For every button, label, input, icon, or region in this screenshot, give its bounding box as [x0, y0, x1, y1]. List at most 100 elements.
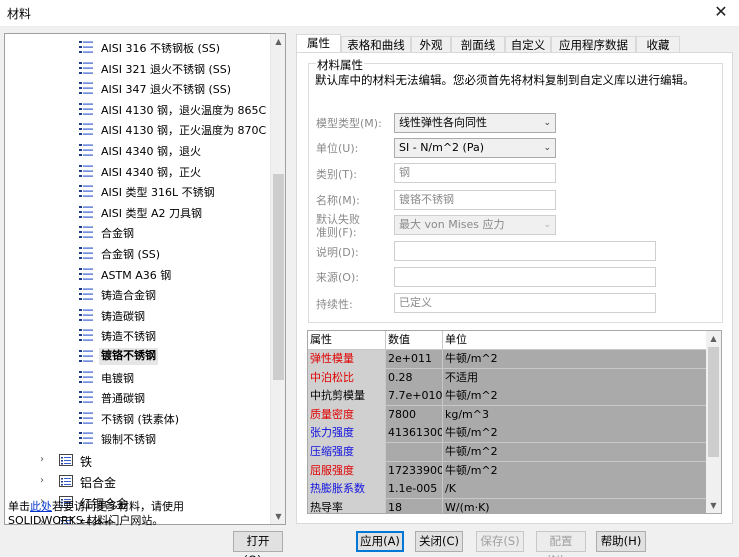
title-bar: 材料 ✕ [0, 0, 739, 26]
property-unit: 牛顿/m^2 [445, 445, 498, 458]
source-field[interactable] [394, 267, 656, 287]
group-title: 材料属性 [316, 57, 364, 73]
property-value[interactable] [386, 443, 443, 462]
source-label: 来源(O): [316, 271, 359, 284]
tab-favorites[interactable]: 收藏 [636, 36, 680, 53]
tree-material-item[interactable]: 合金钢 (SS) [5, 243, 271, 263]
scroll-down-icon[interactable]: ▼ [706, 498, 721, 513]
tree-material-item[interactable]: 合金钢 [5, 222, 271, 242]
scroll-thumb[interactable] [273, 174, 284, 380]
scroll-down-icon[interactable]: ▼ [271, 509, 285, 524]
tab-properties[interactable]: 属性 [296, 34, 341, 54]
material-tree[interactable]: AISI 316 不锈钢板 (SS) AISI 321 退火不锈钢 (SS) AIS… [4, 33, 286, 525]
portal-link[interactable]: 此处 [30, 500, 52, 513]
tree-material-item[interactable]: 铸造不锈钢 [5, 325, 271, 345]
property-unit: 牛顿/m^2 [445, 463, 498, 477]
tree-material-item[interactable]: 铸造合金钢 [5, 284, 271, 304]
property-value[interactable]: 2e+011 [386, 350, 443, 369]
tree-material-item[interactable]: AISI 347 退火不锈钢 (SS) [5, 78, 271, 98]
property-value[interactable]: 172339000 [386, 461, 443, 481]
save-button[interactable]: 保存(S) [476, 531, 524, 552]
apply-button[interactable]: 应用(A) [356, 531, 404, 552]
material-label: 普通碳钢 [101, 392, 145, 406]
property-name: 中泊松比 [308, 368, 386, 388]
open-button[interactable]: 打开(O)... [233, 531, 283, 557]
units-value: SI - N/m^2 (Pa) [399, 141, 485, 154]
property-name: 压缩强度 [308, 443, 386, 462]
tab-appearance[interactable]: 外观 [411, 36, 451, 53]
description-field[interactable] [394, 241, 656, 261]
table-row[interactable]: 中抗剪模量 7.7e+010 牛顿/m^2 [308, 387, 706, 407]
tab-tables-curves[interactable]: 表格和曲线 [341, 36, 411, 53]
tree-material-item[interactable]: AISI 321 退火不锈钢 (SS) [5, 58, 271, 78]
material-icon [79, 61, 93, 75]
chevron-right-icon[interactable]: › [40, 475, 50, 487]
failure-criterion-label-line1: 默认失败 [316, 213, 360, 226]
header-unit[interactable]: 单位 [443, 331, 706, 350]
name-field[interactable]: 镀铬不锈钢 [394, 190, 556, 210]
material-properties-group: 材料属性 默认库中的材料无法编辑。您必须首先将材料复制到自定义库以进行编辑。 模… [308, 57, 723, 323]
material-tree-list: AISI 316 不锈钢板 (SS) AISI 321 退火不锈钢 (SS) AIS… [5, 34, 271, 524]
units-label: 单位(U): [316, 142, 359, 155]
table-row[interactable]: 张力强度413613000牛顿/m^2 [308, 424, 706, 444]
property-value[interactable]: 7800 [386, 405, 443, 425]
tree-scrollbar[interactable]: ▲ ▼ [270, 34, 285, 524]
close-button[interactable]: 关闭(C) [415, 531, 463, 552]
tree-material-item[interactable]: 电镀钢 [5, 367, 271, 387]
property-table[interactable]: 属性 数值 单位 弹性模量 2e+011 牛顿/m^2 中泊松比 0.28 不适用 中抗剪模… [307, 330, 722, 514]
tree-material-item[interactable]: AISI 4340 钢，退火 [5, 140, 271, 160]
tree-material-item[interactable]: AISI 类型 316L 不锈钢 [5, 181, 271, 201]
table-row[interactable]: 质量密度 7800 kg/m^3 [308, 405, 706, 425]
tab-crosshatch[interactable]: 剖面线 [451, 36, 505, 53]
sustainability-field[interactable]: 已定义 [394, 293, 656, 313]
category-field[interactable]: 钢 [394, 163, 556, 183]
tree-material-item[interactable]: 铸造碳钢 [5, 305, 271, 325]
property-value[interactable]: 413613000 [386, 424, 443, 444]
material-label: 不锈钢 (铁素体) [101, 412, 180, 426]
property-value[interactable]: 0.28 [386, 368, 443, 388]
description-label: 说明(D): [316, 246, 359, 259]
tree-material-item[interactable]: ASTM A36 钢 [5, 264, 271, 284]
table-row[interactable]: 压缩强度 牛顿/m^2 [308, 443, 706, 462]
table-row[interactable]: 热导率 18 W/(m·K) [308, 498, 706, 513]
table-scrollbar[interactable]: ▲ ▼ [706, 331, 721, 513]
table-row[interactable]: 屈服强度172339000牛顿/m^2 [308, 461, 706, 481]
tree-material-item[interactable]: AISI 4130 钢，退火温度为 865C [5, 99, 271, 119]
tree-folder-item[interactable]: › 铁 [5, 450, 271, 470]
scroll-up-icon[interactable]: ▲ [706, 331, 721, 346]
property-value[interactable]: 18 [386, 498, 443, 513]
tree-material-item[interactable]: 不锈钢 (铁素体) [5, 408, 271, 428]
table-row[interactable]: 热膨胀系数 1.1e-005/K [308, 480, 706, 500]
scroll-up-icon[interactable]: ▲ [271, 34, 285, 49]
tree-material-item[interactable]: AISI 4130 钢，正火温度为 870C [5, 119, 271, 139]
material-icon [79, 328, 93, 342]
scroll-thumb[interactable] [708, 347, 719, 457]
header-property[interactable]: 属性 [308, 331, 386, 350]
tree-material-item[interactable]: AISI 类型 A2 刀具钢 [5, 202, 271, 222]
model-type-select[interactable]: 线性弹性各向同性 ⌄ [394, 113, 556, 133]
material-label: 铸造碳钢 [101, 309, 145, 323]
failure-criterion-select[interactable]: 最大 von Mises 应力 ⌄ [394, 215, 556, 235]
tree-material-item[interactable]: AISI 316 不锈钢板 (SS) [5, 37, 271, 57]
chevron-right-icon[interactable]: › [40, 454, 50, 466]
chevron-down-icon: ⌄ [543, 220, 551, 230]
table-row[interactable]: 弹性模量 2e+011 牛顿/m^2 [308, 350, 706, 369]
tree-material-item[interactable]: 锻制不锈钢 [5, 428, 271, 448]
tab-application-data[interactable]: 应用程序数据 [551, 36, 636, 53]
tree-folder-item[interactable]: › 铝合金 [5, 471, 271, 491]
property-value[interactable]: 1.1e-005 [386, 480, 443, 500]
help-button[interactable]: 帮助(H) [596, 531, 646, 552]
property-value[interactable]: 7.7e+010 [386, 387, 443, 407]
material-label: 铸造合金钢 [101, 289, 156, 303]
table-header: 属性 数值 单位 [308, 331, 706, 350]
tree-material-item[interactable]: 普通碳钢 [5, 387, 271, 407]
tree-material-item[interactable]: 镀铬不锈钢 [5, 346, 271, 366]
close-icon[interactable]: ✕ [711, 2, 731, 22]
header-value[interactable]: 数值 [386, 331, 443, 350]
tree-material-item[interactable]: AISI 4340 钢，正火 [5, 161, 271, 181]
units-select[interactable]: SI - N/m^2 (Pa) ⌄ [394, 138, 556, 158]
config-button[interactable]: 配置(N)... [536, 531, 586, 557]
table-row[interactable]: 中泊松比 0.28 不适用 [308, 368, 706, 388]
property-name: 弹性模量 [308, 350, 386, 369]
tab-custom[interactable]: 自定义 [505, 36, 551, 53]
